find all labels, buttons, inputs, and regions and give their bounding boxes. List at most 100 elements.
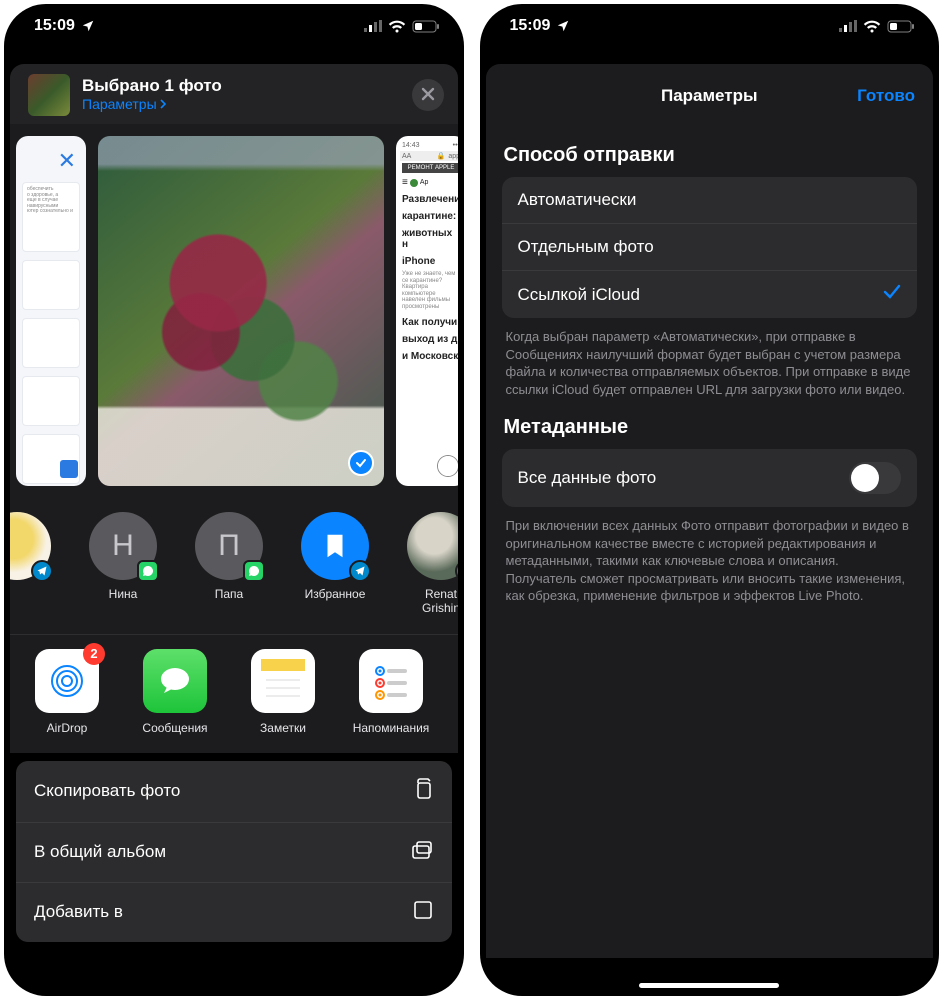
options-body: Способ отправки Автоматически Отдельным … (486, 120, 934, 958)
notes-icon (251, 649, 315, 713)
airdrop-icon: 2 (35, 649, 99, 713)
action-copy-photo[interactable]: Скопировать фото (16, 761, 452, 823)
action-label: В общий альбом (34, 842, 166, 862)
contact-item[interactable]: RenatGrishin (398, 512, 458, 616)
option-all-photo-data[interactable]: Все данные фото (502, 449, 918, 507)
preview-headline: карантине: (402, 211, 458, 222)
option-icloud-link[interactable]: Ссылкой iCloud (502, 271, 918, 318)
carousel-item-prev[interactable]: ✕ обеспечитьо здоровье, аеще в случаенав… (16, 136, 86, 486)
app-name: AirDrop (47, 721, 88, 735)
avatar: П (195, 512, 263, 580)
action-label: Добавить в (34, 902, 123, 922)
close-icon: ✕ (22, 146, 80, 174)
share-options-link[interactable]: Параметры (82, 96, 167, 112)
chevron-right-icon (159, 96, 167, 112)
preview-domain: app (448, 153, 457, 160)
photo-carousel[interactable]: ✕ обеспечитьо здоровье, аеще в случаенав… (10, 124, 458, 504)
avatar: Н (89, 512, 157, 580)
preview-headline: Как получи (402, 317, 458, 328)
contact-item[interactable]: П Папа (186, 512, 272, 616)
avatar (407, 512, 458, 580)
option-label: Автоматически (518, 190, 637, 210)
action-label: Скопировать фото (34, 781, 180, 801)
option-automatic[interactable]: Автоматически (502, 177, 918, 224)
all-photo-data-toggle[interactable] (849, 462, 901, 494)
carousel-item-selected[interactable] (98, 136, 384, 486)
checkmark-icon (883, 284, 901, 305)
contact-item[interactable] (10, 512, 60, 616)
messages-icon (143, 649, 207, 713)
send-method-caption: Когда выбран параметр «Автоматически», п… (486, 318, 934, 402)
contact-name: RenatGrishin (422, 588, 458, 616)
avatar-initial: П (218, 529, 240, 563)
add-icon (412, 899, 434, 926)
avatar (301, 512, 369, 580)
section-metadata-title: Метаданные (486, 402, 934, 449)
shared-album-icon (410, 839, 434, 866)
metadata-list: Все данные фото (502, 449, 918, 507)
app-name: Сообщения (142, 721, 207, 735)
preview-headline: выход из д (402, 334, 458, 345)
app-notes[interactable]: Заметки (240, 649, 326, 735)
preview-headline: животных н (402, 228, 458, 250)
contacts-row: Н Нина П Папа Избранное (10, 504, 458, 634)
copy-icon (412, 777, 434, 806)
preview-brand: РЕМОНТ APPLE (402, 163, 458, 173)
status-time: 15:09 (34, 17, 75, 35)
contact-name: Папа (215, 588, 243, 602)
contact-item[interactable]: Н Нина (80, 512, 166, 616)
bookmark-icon (320, 531, 350, 561)
app-reminders[interactable]: Напоминания (348, 649, 434, 735)
share-header: Выбрано 1 фото Параметры (10, 64, 458, 124)
telegram-badge-icon (455, 560, 458, 582)
app-telegram[interactable]: Te (456, 649, 458, 735)
location-icon (81, 19, 95, 33)
app-name: Заметки (260, 721, 306, 735)
close-button[interactable] (412, 79, 444, 111)
option-separate-photo[interactable]: Отдельным фото (502, 224, 918, 271)
toggle-knob (851, 464, 879, 492)
status-bar: 15:09 (4, 4, 464, 48)
telegram-badge-icon (349, 560, 371, 582)
whatsapp-badge-icon (137, 560, 159, 582)
share-options-label: Параметры (82, 96, 157, 112)
selected-photo-thumbnail[interactable] (28, 74, 70, 116)
avatar-initial: Н (112, 529, 134, 563)
preview-headline: iPhone (402, 256, 458, 267)
cellular-icon (839, 20, 857, 32)
contact-name: Нина (109, 588, 138, 602)
selected-check-icon (348, 450, 374, 476)
close-icon (421, 85, 435, 106)
reminders-icon (359, 649, 423, 713)
preview-headline: Развлечени (402, 194, 458, 205)
done-button[interactable]: Готово (857, 86, 915, 106)
send-method-list: Автоматически Отдельным фото Ссылкой iCl… (502, 177, 918, 318)
option-label: Ссылкой iCloud (518, 285, 640, 305)
metadata-caption: При включении всех данных Фото отправит … (486, 507, 934, 609)
contact-name: Избранное (305, 588, 366, 602)
action-add-to[interactable]: Добавить в (16, 883, 452, 942)
status-bar: 15:09 (480, 4, 940, 48)
status-time: 15:09 (510, 17, 551, 35)
carousel-item-next[interactable]: 14:43••• AA🔒app РЕМОНТ APPLE ≡Ap Развлеч… (396, 136, 458, 486)
app-messages[interactable]: Сообщения (132, 649, 218, 735)
action-shared-album[interactable]: В общий альбом (16, 823, 452, 883)
share-title: Выбрано 1 фото (82, 76, 412, 96)
location-icon (556, 19, 570, 33)
airdrop-badge: 2 (83, 643, 105, 665)
share-sheet-screen: 15:09 Выбрано 1 фото Параметры (4, 4, 464, 996)
battery-icon (412, 20, 440, 33)
preview-headline: и Московск (402, 351, 458, 362)
app-name: Напоминания (353, 721, 430, 735)
avatar (10, 512, 51, 580)
contact-item[interactable]: Избранное (292, 512, 378, 616)
option-label: Отдельным фото (518, 237, 654, 257)
wifi-icon (388, 20, 406, 33)
options-navbar: Параметры Готово (486, 64, 934, 120)
options-screen: 15:09 Параметры Готово Способ отправки А… (480, 4, 940, 996)
preview-paragraph: Уже не знаете, чем се карантине? Квартир… (402, 271, 458, 311)
home-indicator[interactable] (639, 983, 779, 988)
action-list: Скопировать фото В общий альбом Добавить… (16, 761, 452, 942)
preview-time: 14:43 (402, 142, 420, 149)
app-airdrop[interactable]: 2 AirDrop (24, 649, 110, 735)
